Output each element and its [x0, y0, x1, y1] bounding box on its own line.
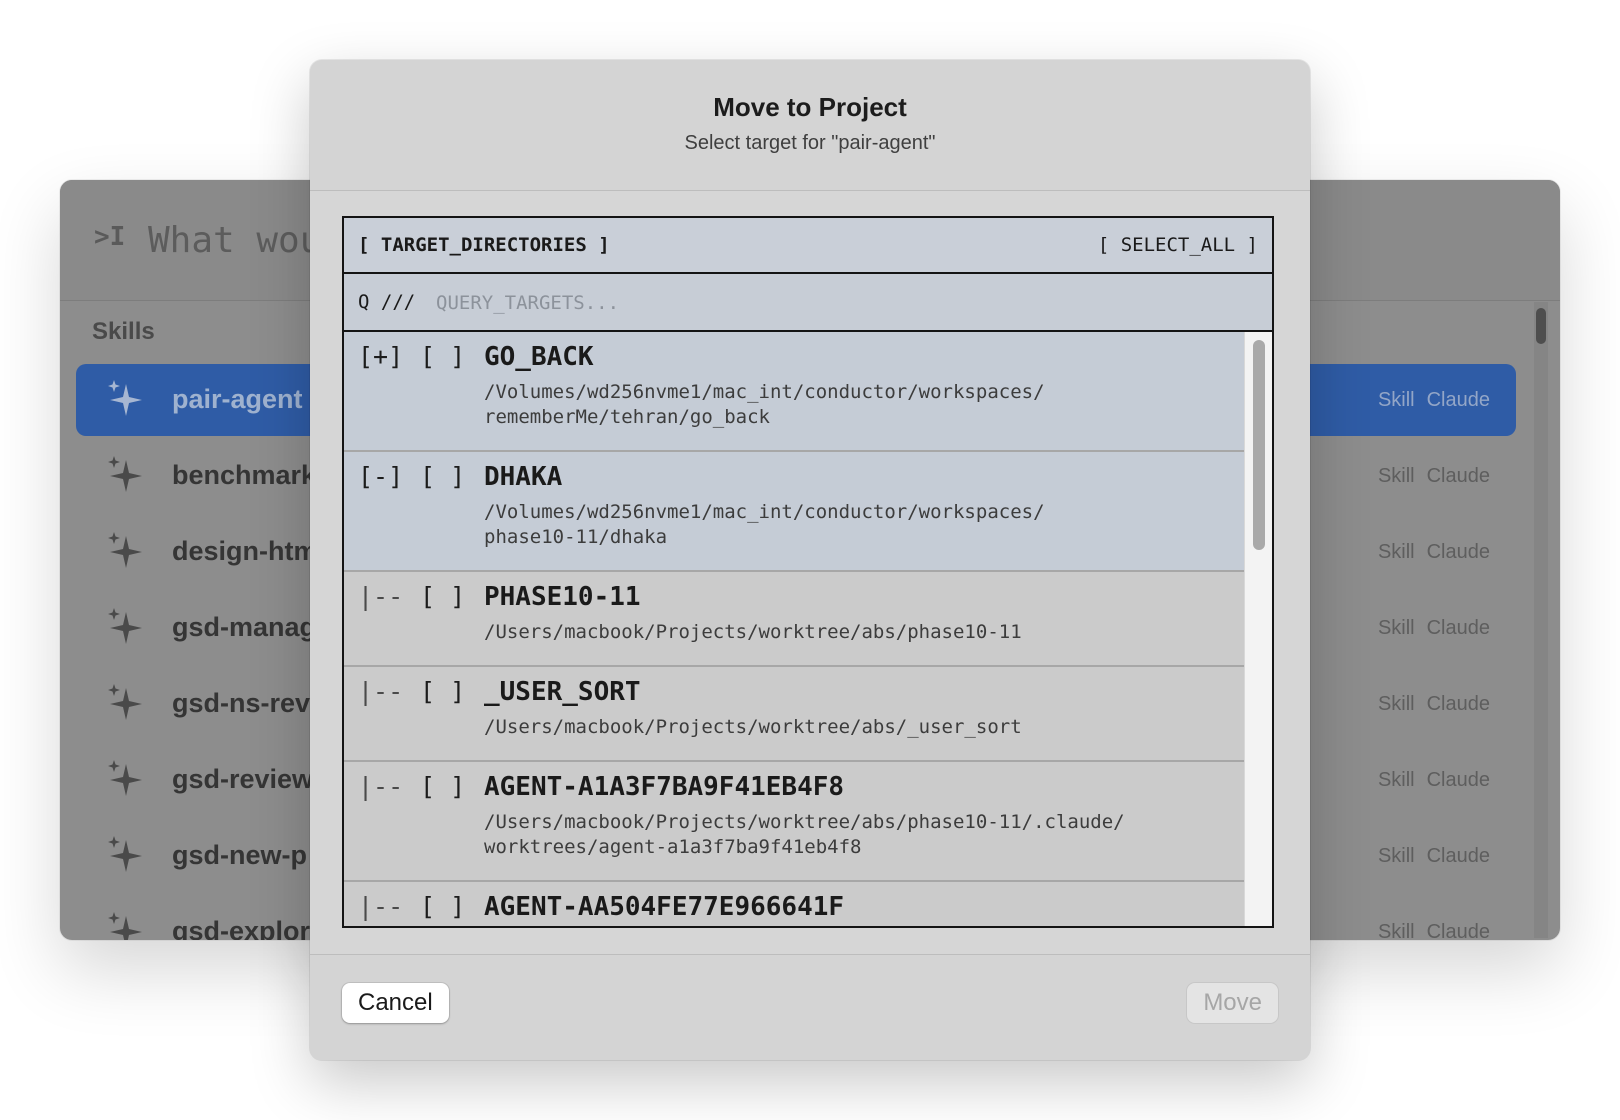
dialog-header: Move to Project Select target for "pair-…	[310, 60, 1310, 191]
skill-name: pair-agent	[172, 384, 303, 414]
tree-branch: |--	[358, 892, 404, 921]
tree-branch: |--	[358, 772, 404, 801]
skill-name: gsd-review	[172, 764, 314, 794]
skill-tags: Skill Claude	[1377, 845, 1490, 867]
panel-header: [ TARGET_DIRECTORIES ] [ SELECT_ALL ]	[344, 218, 1272, 274]
skill-tags: Skill Claude	[1377, 465, 1490, 487]
target-path: /Users/macbook/Projects/worktree/abs/pha…	[484, 621, 1022, 643]
target-item[interactable]: |-- [ ] _USER_SORT /Users/macbook/Projec…	[344, 667, 1248, 762]
target-checkbox[interactable]: [ ]	[420, 892, 465, 921]
prompt-caret-icon: >I	[94, 222, 126, 252]
skill-tags: Skill Claude	[1377, 617, 1490, 639]
sparkle-icon	[108, 836, 142, 872]
target-list: [+] [ ] GO_BACK /Volumes/wd256nvme1/mac_…	[344, 332, 1248, 926]
search-bar: Q ///	[344, 274, 1272, 332]
select-all-button[interactable]: [ SELECT_ALL ]	[1098, 234, 1258, 256]
tree-branch: |--	[358, 582, 404, 611]
move-to-project-dialog: Move to Project Select target for "pair-…	[310, 60, 1310, 1060]
skill-tags: Skill Claude	[1377, 541, 1490, 563]
target-name: AGENT-A1A3F7BA9F41EB4F8	[484, 772, 845, 802]
skill-tags: Skill Claude	[1377, 389, 1490, 411]
section-label-skills: Skills	[92, 318, 155, 345]
target-checkbox[interactable]: [ ]	[420, 342, 465, 371]
panel-title: [ TARGET_DIRECTORIES ]	[358, 234, 610, 256]
prompt-input[interactable]: What wou	[148, 220, 321, 261]
target-item[interactable]: [-] [ ] DHAKA /Volumes/wd256nvme1/mac_in…	[344, 452, 1248, 572]
skill-tags: Skill Claude	[1377, 693, 1490, 715]
skill-name: gsd-new-p	[172, 840, 307, 870]
scrollbar-thumb[interactable]	[1536, 308, 1546, 344]
target-path: /Users/macbook/Projects/worktree/abs/pha…	[484, 811, 1125, 858]
target-path: /Users/macbook/Projects/worktree/abs/_us…	[484, 716, 1022, 738]
target-name: GO_BACK	[484, 342, 594, 372]
target-checkbox[interactable]: [ ]	[420, 462, 465, 491]
target-checkbox[interactable]: [ ]	[420, 772, 465, 801]
skill-name: gsd-manag	[172, 612, 317, 642]
target-name: _USER_SORT	[484, 677, 641, 707]
target-checkbox[interactable]: [ ]	[420, 677, 465, 706]
target-name: PHASE10-11	[484, 582, 641, 612]
skill-name: benchmark	[172, 460, 317, 490]
sparkle-icon	[108, 380, 142, 416]
target-directories-panel: [ TARGET_DIRECTORIES ] [ SELECT_ALL ] Q …	[342, 216, 1274, 928]
target-item[interactable]: |-- [ ] AGENT-A1A3F7BA9F41EB4F8 /Users/m…	[344, 762, 1248, 882]
tree-toggle[interactable]: [-]	[358, 462, 403, 491]
move-button[interactable]: Move	[1187, 983, 1278, 1023]
search-prefix: Q ///	[358, 291, 416, 313]
target-name: DHAKA	[484, 462, 563, 492]
sparkle-icon	[108, 912, 142, 940]
target-item[interactable]: [+] [ ] GO_BACK /Volumes/wd256nvme1/mac_…	[344, 332, 1248, 452]
target-path: /Volumes/wd256nvme1/mac_int/conductor/wo…	[484, 501, 1045, 548]
cancel-button[interactable]: Cancel	[342, 983, 449, 1023]
sparkle-icon	[108, 608, 142, 644]
dialog-subtitle: Select target for "pair-agent"	[684, 132, 936, 154]
target-checkbox[interactable]: [ ]	[420, 582, 465, 611]
skill-name: gsd-ns-rev	[172, 688, 311, 718]
tree-toggle[interactable]: [+]	[358, 342, 403, 371]
tree-branch: |--	[358, 677, 404, 706]
skill-name: gsd-explore	[172, 916, 326, 940]
target-list-scrollbar[interactable]	[1244, 332, 1272, 926]
target-item[interactable]: |-- [ ] AGENT-AA504FE77E966641F	[344, 882, 1248, 926]
target-item[interactable]: |-- [ ] PHASE10-11 /Users/macbook/Projec…	[344, 572, 1248, 667]
skills-scrollbar[interactable]	[1534, 302, 1548, 938]
sparkle-icon	[108, 532, 142, 568]
dialog-title: Move to Project	[713, 92, 907, 122]
target-name: AGENT-AA504FE77E966641F	[484, 892, 845, 922]
skill-tags: Skill Claude	[1377, 921, 1490, 940]
skill-tags: Skill Claude	[1377, 769, 1490, 791]
search-input[interactable]	[434, 286, 1238, 320]
target-path: /Volumes/wd256nvme1/mac_int/conductor/wo…	[484, 381, 1045, 428]
sparkle-icon	[108, 760, 142, 796]
sparkle-icon	[108, 684, 142, 720]
dialog-footer: Cancel Move	[310, 954, 1310, 1060]
sparkle-icon	[108, 456, 142, 492]
scrollbar-thumb[interactable]	[1253, 340, 1265, 550]
skill-name: design-htm	[172, 536, 318, 566]
